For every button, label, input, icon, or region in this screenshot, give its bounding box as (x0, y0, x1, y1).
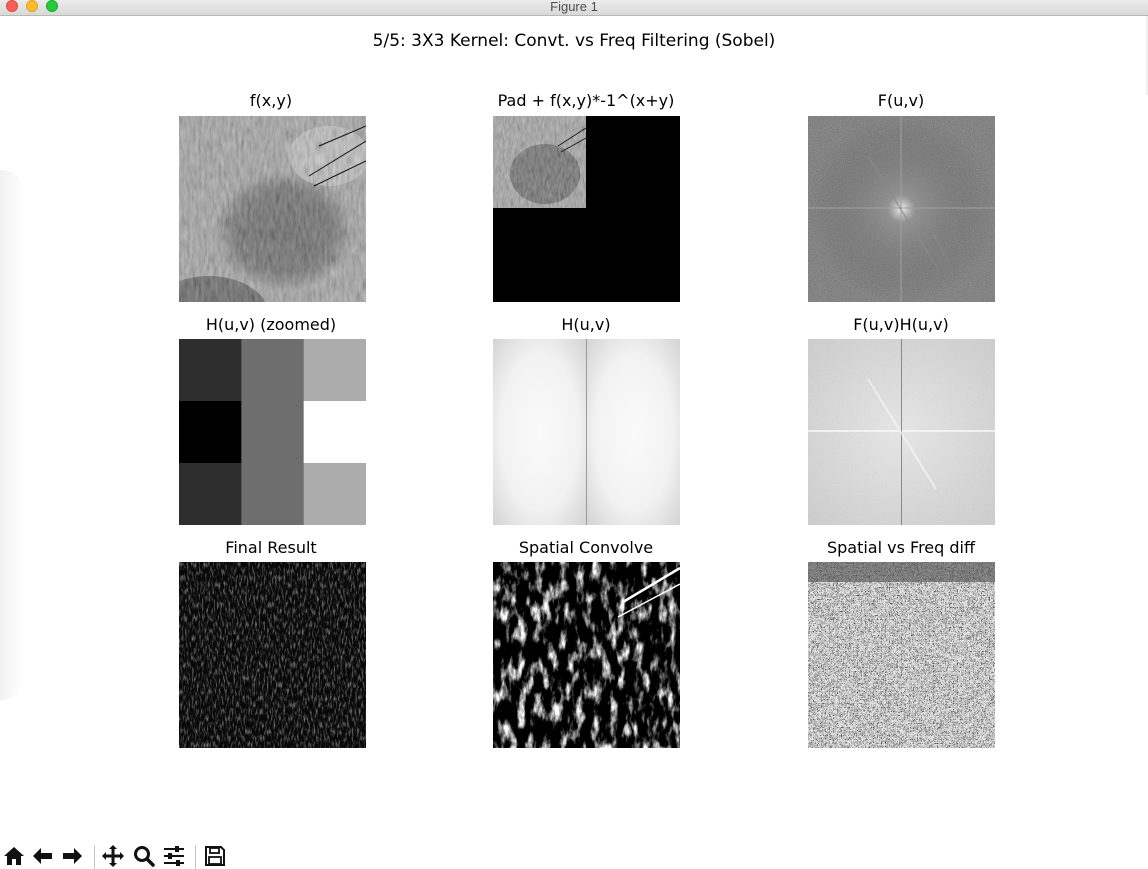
configure-subplots-button[interactable] (161, 843, 187, 869)
toolbar-separator (195, 845, 196, 869)
image-bee-grayscale (179, 116, 366, 302)
floppy-disk-icon (205, 846, 225, 866)
subplot-title-final-result: Final Result (225, 538, 317, 557)
subplot-title-spatial-convolve: Spatial Convolve (518, 538, 654, 557)
subplot-title-fxy: f(x,y) (249, 91, 293, 110)
subplot-title-spatial-vs-freq-diff: Spatial vs Freq diff (826, 538, 976, 557)
figure-suptitle: 5/5: 3X3 Kernel: Convt. vs Freq Filterin… (372, 31, 776, 51)
image-padded (493, 116, 680, 302)
kernel-cell (179, 463, 242, 525)
kernel-cell (241, 401, 305, 464)
subplot-title-padded: Pad + f(x,y)*-1^(x+y) (497, 91, 675, 110)
image-kernel-zoomed (179, 339, 366, 525)
kernel-cell (303, 339, 366, 402)
image-spatial-convolve (493, 562, 680, 748)
subplot-title-fuv: F(u,v) (877, 91, 925, 110)
home-button[interactable] (1, 843, 27, 869)
subplot-title-fuv-huv: F(u,v)H(u,v) (853, 315, 949, 334)
window-titlebar: Figure 1 (0, 0, 1148, 16)
kernel-cell (241, 463, 305, 525)
toolbar-separator (94, 845, 95, 869)
kernel-cell (179, 339, 242, 402)
arrow-left-icon (33, 848, 52, 864)
kernel-cell (303, 463, 366, 525)
image-final-result (179, 562, 366, 748)
home-icon (4, 847, 24, 865)
window-title: Figure 1 (550, 0, 598, 14)
image-spectrum-fuv (808, 116, 995, 302)
kernel-cell (179, 401, 242, 464)
subplot-title-kernel-zoomed: H(u,v) (zoomed) (205, 315, 337, 334)
back-button[interactable] (30, 843, 56, 869)
sliders-icon (164, 846, 184, 866)
kernel-cell (303, 401, 366, 464)
image-fuv-huv (808, 339, 995, 525)
kernel-cell (241, 339, 305, 402)
move-icon (102, 845, 124, 867)
save-button[interactable] (202, 843, 228, 869)
subplot-title-huv: H(u,v) (561, 315, 611, 334)
matplotlib-toolbar (0, 841, 1148, 869)
image-spatial-freq-diff (808, 562, 995, 748)
image-huv (493, 339, 680, 525)
magnifier-icon (134, 846, 155, 867)
pan-button[interactable] (100, 843, 126, 869)
forward-button[interactable] (59, 843, 85, 869)
background-window-shadow (0, 170, 24, 700)
arrow-right-icon (63, 848, 82, 864)
zoom-button[interactable] (131, 843, 157, 869)
